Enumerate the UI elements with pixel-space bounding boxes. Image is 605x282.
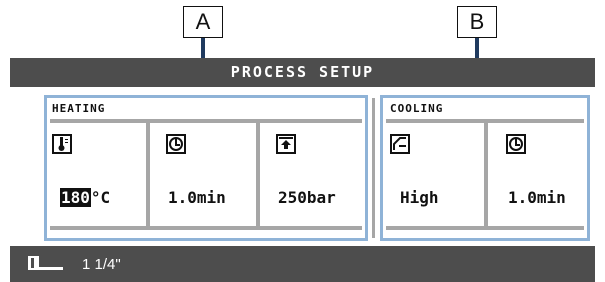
heating-time[interactable]: 1.0min — [168, 188, 226, 207]
heating-group — [44, 95, 368, 241]
screen-title: PROCESS SETUP — [10, 58, 595, 87]
cooling-time[interactable]: 1.0min — [508, 188, 566, 207]
cooling-divider-1 — [484, 121, 488, 227]
heating-divider-2 — [256, 121, 260, 227]
heating-temperature[interactable]: 180°C — [60, 188, 110, 207]
cooling-label: COOLING — [390, 102, 444, 115]
temperature-unit: °C — [90, 188, 111, 207]
thermometer-icon[interactable] — [52, 134, 72, 154]
pipe-size-value: 1 1/4" — [82, 256, 121, 273]
pipe-size-icon — [28, 256, 64, 272]
group-separator — [372, 98, 375, 238]
pressure-icon[interactable] — [276, 134, 296, 154]
fan-icon[interactable] — [390, 134, 410, 154]
callout-b: B — [457, 6, 497, 38]
heating-pressure[interactable]: 250bar — [278, 188, 336, 207]
heating-bottom-divider — [50, 226, 362, 230]
callout-a: A — [183, 6, 223, 38]
cooling-fan-level[interactable]: High — [400, 188, 439, 207]
process-setup-screen: PROCESS SETUP HEATING 180°C 1.0min 250ba… — [10, 58, 595, 282]
heating-divider-1 — [146, 121, 150, 227]
temperature-value[interactable]: 180 — [60, 188, 91, 207]
heating-label: HEATING — [52, 102, 106, 115]
cooling-clock-icon[interactable] — [506, 134, 526, 154]
status-bar: 1 1/4" — [10, 246, 595, 282]
clock-icon[interactable] — [166, 134, 186, 154]
heating-top-divider — [50, 119, 362, 123]
